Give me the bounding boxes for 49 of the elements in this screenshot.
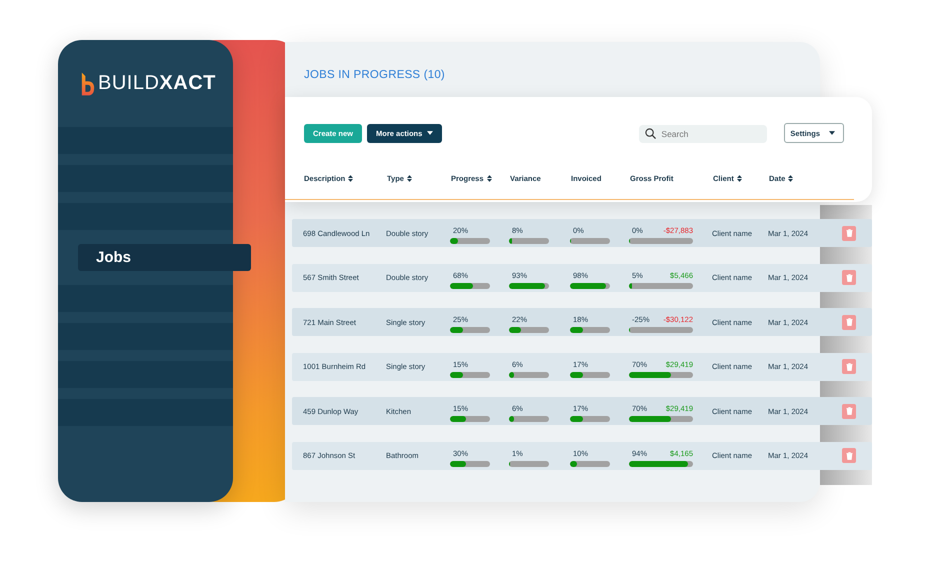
sort-icon[interactable] (788, 175, 794, 182)
progress-bar (450, 460, 490, 466)
sort-icon[interactable] (348, 175, 354, 182)
progress-bar (509, 372, 549, 378)
progress-bar (450, 282, 490, 288)
search-field[interactable]: Search (639, 125, 768, 143)
progress-bar (570, 416, 610, 422)
delete-button[interactable] (842, 314, 856, 330)
progress-bar (509, 327, 549, 333)
trash-icon (846, 452, 852, 460)
caret-icon (427, 131, 434, 135)
delete-button[interactable] (842, 359, 856, 374)
progress-bar (509, 282, 549, 288)
delete-button[interactable] (842, 226, 856, 240)
progress-bar (450, 327, 490, 333)
progress-bar (629, 327, 693, 333)
progress-bar (570, 327, 610, 333)
trash-icon (846, 407, 852, 415)
trash-icon (846, 362, 852, 370)
nav-item[interactable]: Jobs (78, 244, 251, 271)
progress-bar (450, 416, 490, 422)
progress-bar (629, 460, 693, 466)
progress-bar (629, 238, 693, 244)
trash-icon (846, 318, 852, 326)
progress-bar (509, 416, 549, 422)
sort-icon[interactable] (736, 175, 742, 182)
sort-icon[interactable] (486, 175, 492, 182)
progress-bar (570, 282, 610, 288)
delete-button[interactable] (842, 270, 856, 285)
logo-text: BUILDXACT (98, 72, 216, 95)
search-icon (645, 128, 656, 138)
delete-button[interactable] (842, 404, 856, 418)
progress-bar (629, 416, 693, 422)
caret-icon (829, 131, 835, 135)
delete-button[interactable] (842, 448, 856, 463)
progress-bar (629, 282, 693, 288)
progress-bar (450, 372, 490, 378)
progress-bar (509, 238, 549, 244)
trash-icon (846, 274, 852, 282)
logo-icon (81, 72, 95, 96)
progress-bar (570, 238, 610, 244)
progress-bar (629, 372, 693, 378)
progress-bar (509, 460, 549, 466)
progress-bar (570, 460, 610, 466)
page-title: JOBS IN PROGRESS (10) (303, 68, 446, 81)
progress-bar (570, 372, 610, 378)
trash-icon (846, 229, 852, 237)
progress-bar (450, 238, 490, 244)
sort-icon[interactable] (406, 175, 412, 182)
